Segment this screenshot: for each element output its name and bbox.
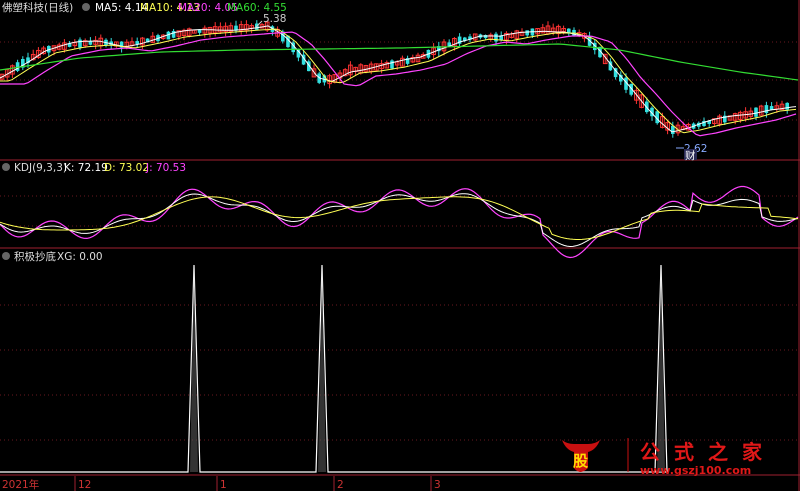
candle-body — [769, 106, 774, 110]
candle-body — [494, 33, 498, 42]
kdj-j-line — [0, 185, 799, 259]
kdj-j-label: J: 70.53 — [145, 162, 186, 174]
candle-body — [525, 30, 529, 36]
kdj-header: KDJ(9,3,3) K: 72.19 D: 73.02 J: 70.53 — [2, 162, 186, 174]
watermark: 股 公式之家 www.gszj100.com — [562, 438, 776, 477]
candle-body — [390, 60, 394, 69]
kdj-d-line — [0, 196, 799, 240]
candle-body — [483, 35, 488, 39]
kdj-panel — [0, 185, 799, 259]
xg-signal-line — [0, 264, 668, 473]
price-panel — [0, 20, 799, 138]
grid-lines — [0, 41, 798, 441]
x-label-mar: 3 — [434, 479, 441, 491]
settings-dot-icon[interactable] — [82, 3, 90, 11]
x-label-feb: 2 — [337, 479, 344, 491]
kdj-d-label: D: 73.02 — [104, 162, 149, 174]
watermark-title: 公式之家 — [640, 440, 776, 464]
candle-body — [754, 107, 758, 117]
chart-stage: 佛塑科技(日线) MA5: 4.14 MA10: 4.13 MA20: 4.05… — [0, 0, 800, 491]
signal-xg-label: XG: 0.00 — [57, 251, 103, 263]
kdj-title: KDJ(9,3,3) — [14, 162, 67, 174]
kdj-settings-dot-icon[interactable] — [2, 163, 10, 171]
candle-body — [764, 105, 769, 114]
x-axis: 2021年 12 1 2 3 — [2, 476, 441, 491]
price-title: 佛塑科技(日线) — [2, 1, 73, 14]
candle-body — [171, 30, 176, 38]
x-label-jan: 1 — [220, 479, 227, 491]
event-label: 财 — [685, 149, 696, 162]
high-label: 5.38 — [263, 13, 286, 25]
candle-body — [135, 41, 139, 45]
watermark-logo-char: 股 — [573, 452, 589, 470]
candle-body — [15, 62, 20, 71]
x-label-dec: 12 — [78, 479, 91, 491]
candles — [0, 20, 789, 138]
kdj-k-label: K: 72.19 — [64, 162, 108, 174]
watermark-url: www.gszj100.com — [640, 464, 751, 477]
signal-settings-dot-icon[interactable] — [2, 252, 10, 260]
signal-panel — [0, 264, 668, 473]
candle-body — [78, 39, 82, 48]
candle-body — [785, 102, 789, 110]
x-label-year: 2021年 — [2, 478, 39, 491]
price-header: 佛塑科技(日线) MA5: 4.14 MA10: 4.13 MA20: 4.05… — [2, 1, 287, 14]
signal-title: 积极抄底 — [14, 250, 56, 263]
ma-lines — [0, 25, 799, 137]
signal-header: 积极抄底 XG: 0.00 — [2, 250, 103, 263]
